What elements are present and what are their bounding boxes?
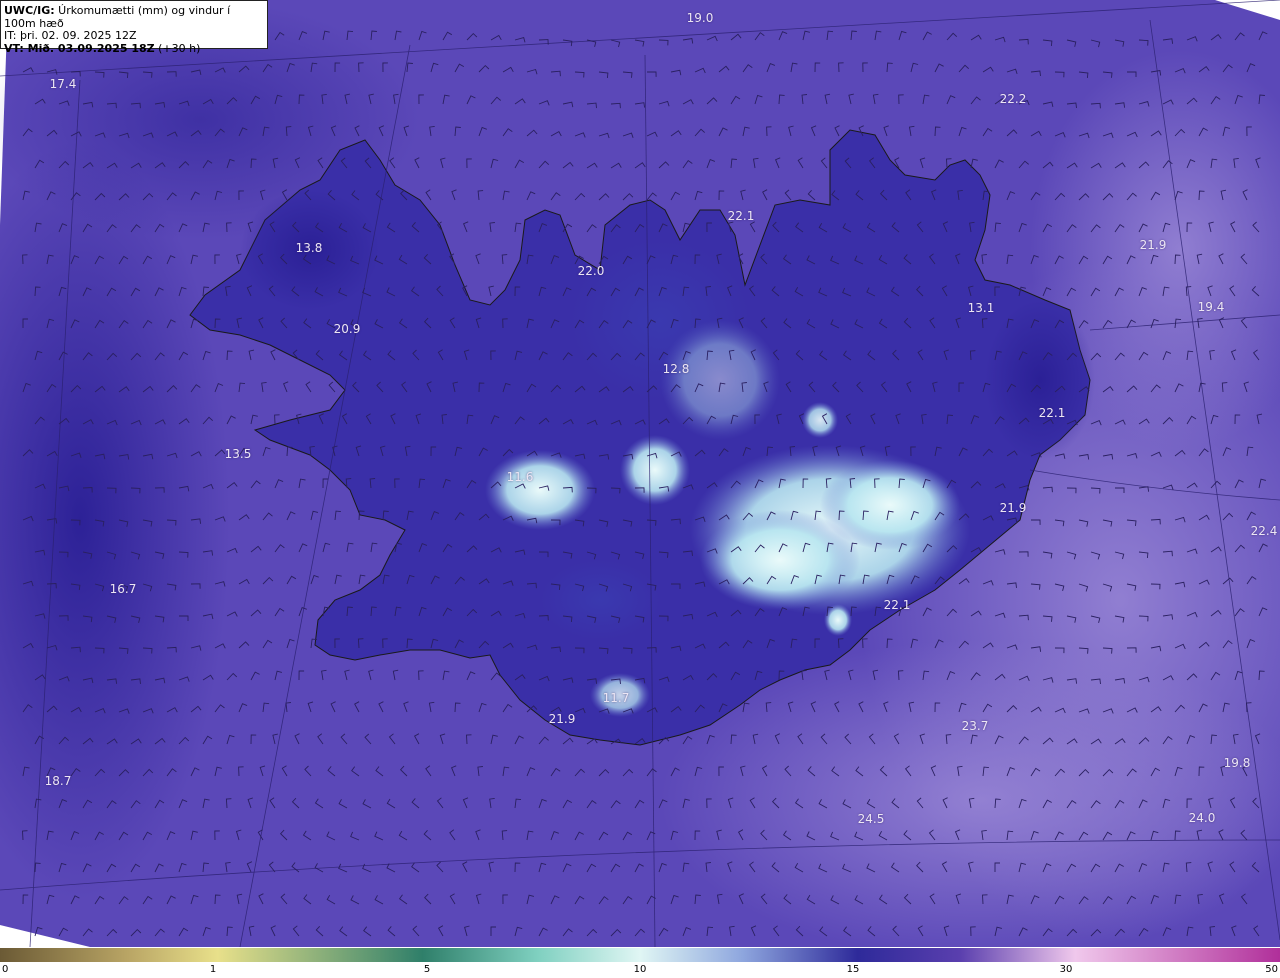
value-label: 22.0 <box>577 264 605 278</box>
value-label: 19.0 <box>686 11 714 25</box>
value-label: 24.5 <box>857 812 885 826</box>
value-label: 13.1 <box>967 301 995 315</box>
value-label: 21.9 <box>999 501 1027 515</box>
value-label: 16.7 <box>109 582 137 596</box>
value-label: 13.5 <box>224 447 252 461</box>
value-label: 24.0 <box>1188 811 1216 825</box>
colorbar-tick: 10 <box>633 964 647 975</box>
value-label: 22.1 <box>1038 406 1066 420</box>
colorbar-tick: 0 <box>2 964 9 975</box>
value-label: 22.1 <box>883 598 911 612</box>
colorbar-gradient <box>0 948 1280 962</box>
value-label: 19.8 <box>1223 756 1251 770</box>
colorbar-tick: 30 <box>1059 964 1073 975</box>
map-canvas <box>0 0 1280 947</box>
value-label: 11.7 <box>602 691 630 705</box>
value-label: 21.9 <box>1139 238 1167 252</box>
value-label: 22.2 <box>999 92 1027 106</box>
valid-time-line: VT: Mið. 03.09.2025 18Z (+30 h) <box>4 41 201 55</box>
title-line: UWC/IG: Úrkomumætti (mm) og vindur í 100… <box>4 4 231 30</box>
value-label: 12.8 <box>662 362 690 376</box>
map-title-box: UWC/IG: Úrkomumætti (mm) og vindur í 100… <box>0 0 268 54</box>
value-label: 22.1 <box>727 209 755 223</box>
colorbar-ticks: 0 1 5 10 15 30 50 <box>0 962 1280 978</box>
value-label: 19.4 <box>1197 300 1225 314</box>
colorbar-tick: 15 <box>846 964 860 975</box>
precipitation-map: UWC/IG: Úrkomumætti (mm) og vindur í 100… <box>0 0 1280 947</box>
colorbar-tick: 5 <box>423 964 431 975</box>
value-label: 17.4 <box>49 77 77 91</box>
value-label: 11.6 <box>506 470 534 484</box>
value-label: 18.7 <box>44 774 72 788</box>
colorbar <box>0 948 1280 962</box>
value-label: 20.9 <box>333 322 361 336</box>
value-label: 22.4 <box>1250 524 1278 538</box>
value-label: 23.7 <box>961 719 989 733</box>
colorbar-tick: 50 <box>1265 964 1278 975</box>
colorbar-tick: 1 <box>209 964 217 975</box>
value-label: 13.8 <box>295 241 323 255</box>
value-label: 21.9 <box>548 712 576 726</box>
